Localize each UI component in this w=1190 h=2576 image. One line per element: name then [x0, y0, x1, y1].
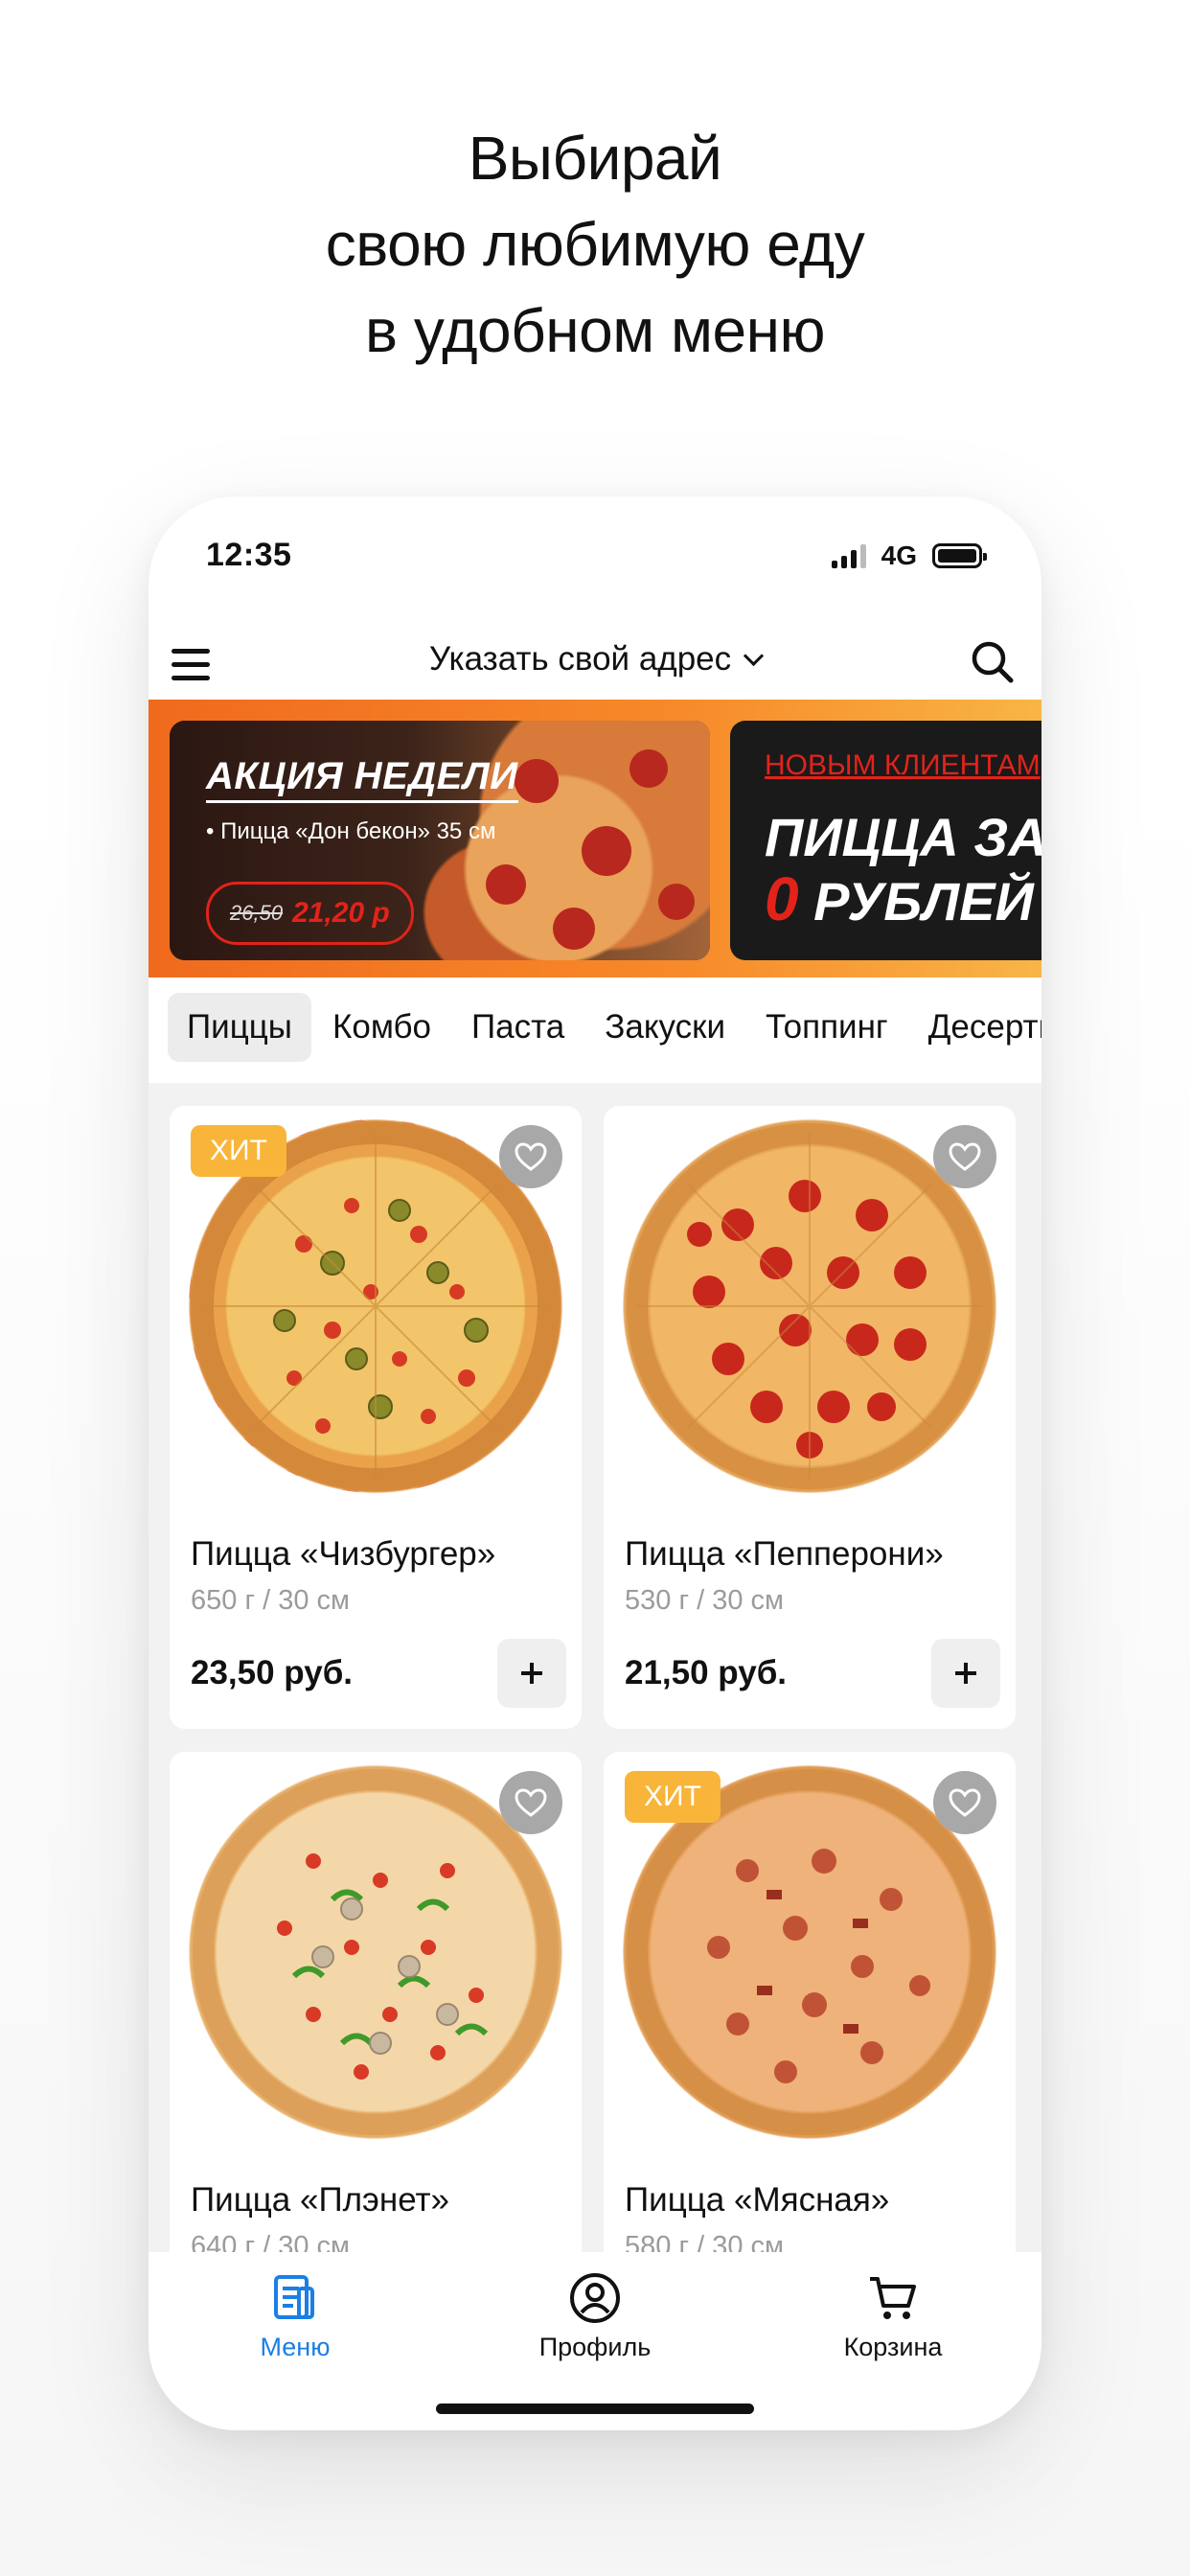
- promo-banner-week-deal[interactable]: АКЦИЯ НЕДЕЛИ • Пицца «Дон бекон» 35 см 2…: [170, 721, 710, 960]
- category-combo[interactable]: Комбо: [313, 993, 450, 1062]
- add-to-cart-button[interactable]: [931, 1639, 1000, 1708]
- status-time: 12:35: [206, 537, 292, 573]
- home-indicator[interactable]: [436, 2404, 754, 2414]
- promo-headline: Выбирай свою любимую еду в удобном меню: [0, 115, 1190, 374]
- address-selector[interactable]: Указать свой адрес: [149, 640, 1041, 678]
- search-icon[interactable]: [969, 638, 1017, 686]
- category-topping[interactable]: Топпинг: [746, 993, 907, 1062]
- address-label: Указать свой адрес: [428, 640, 732, 678]
- category-pasta[interactable]: Паста: [452, 993, 584, 1062]
- status-bar: 12:35 4G: [149, 496, 1041, 611]
- battery-icon: [932, 543, 987, 568]
- product-card-pepperoni[interactable]: Пицца «Пепперони» 530 г / 30 см 21,50 ру…: [604, 1106, 1016, 1729]
- product-price: 23,50 руб.: [191, 1654, 354, 1691]
- headline-line-2: свою любимую еду: [325, 210, 865, 279]
- banner-price-pill: 26,50 21,20 р: [206, 882, 414, 945]
- banner-title: АКЦИЯ НЕДЕЛИ: [206, 755, 518, 803]
- new-price: 21,20 р: [292, 897, 390, 929]
- tab-label: Корзина: [843, 2333, 943, 2361]
- tab-label: Меню: [260, 2333, 331, 2361]
- product-card-cheeseburger[interactable]: ХИТ Пицца «Чизбургер» 650 г / 30 см 23,5…: [170, 1106, 582, 1729]
- product-weight: 530 г / 30 см: [625, 1585, 784, 1616]
- promo-banner-new-clients[interactable]: НОВЫМ КЛИЕНТАМ ПИЦЦА ЗА 0 РУБЛЕЙ: [730, 721, 1041, 960]
- network-type: 4G: [881, 540, 917, 570]
- favorite-heart-icon[interactable]: [499, 1125, 562, 1188]
- banner2-zero: 0: [765, 864, 799, 933]
- product-price: 21,50 руб.: [625, 1654, 788, 1691]
- banner-subtitle: • Пицца «Дон бекон» 35 см: [206, 818, 496, 844]
- favorite-heart-icon[interactable]: [933, 1771, 996, 1834]
- headline-line-3: в удобном меню: [365, 296, 825, 365]
- product-card-meat[interactable]: ХИТ Пицца «Мясная» 580 г / 30 см: [604, 1752, 1016, 2262]
- banner2-line1: ПИЦЦА ЗА: [765, 807, 1041, 867]
- tab-cart[interactable]: Корзина: [797, 2269, 989, 2362]
- category-snacks[interactable]: Закуски: [585, 993, 744, 1062]
- favorite-heart-icon[interactable]: [933, 1125, 996, 1188]
- product-name: Пицца «Мясная»: [625, 2181, 890, 2219]
- promo-carousel[interactable]: АКЦИЯ НЕДЕЛИ • Пицца «Дон бекон» 35 см 2…: [149, 700, 1041, 978]
- status-icons: 4G: [831, 540, 987, 571]
- favorite-heart-icon[interactable]: [499, 1771, 562, 1834]
- tab-label: Профиль: [538, 2333, 652, 2361]
- cart-icon: [797, 2269, 989, 2327]
- phone-frame: 12:35 4G Указать свой адрес АКЦИЯ НЕДЕЛИ…: [149, 496, 1041, 2430]
- category-pizza[interactable]: Пиццы: [168, 993, 311, 1062]
- chevron-down-icon: [744, 645, 765, 666]
- add-to-cart-button[interactable]: [497, 1639, 566, 1708]
- hit-badge: ХИТ: [191, 1125, 286, 1177]
- product-name: Пицца «Плэнет»: [191, 2181, 450, 2219]
- product-weight: 650 г / 30 см: [191, 1585, 350, 1616]
- tab-menu[interactable]: Меню: [199, 2269, 391, 2362]
- banner2-big-text: ПИЦЦА ЗА 0 РУБЛЕЙ: [765, 807, 1041, 932]
- tab-profile[interactable]: Профиль: [499, 2269, 691, 2362]
- category-desserts[interactable]: Десерты: [909, 993, 1041, 1062]
- profile-icon: [499, 2269, 691, 2327]
- old-price: 26,50: [230, 901, 284, 925]
- headline-line-1: Выбирай: [468, 124, 722, 193]
- category-tabs: Пиццы Комбо Паста Закуски Топпинг Десерт…: [149, 978, 1041, 1083]
- banner2-top-text: НОВЫМ КЛИЕНТАМ: [765, 749, 1041, 781]
- banner2-line2: РУБЛЕЙ: [798, 871, 1034, 932]
- hit-badge: ХИТ: [625, 1771, 721, 1823]
- signal-icon: [831, 543, 866, 568]
- product-name: Пицца «Пепперони»: [625, 1535, 944, 1573]
- product-grid: ХИТ Пицца «Чизбургер» 650 г / 30 см 23,5…: [149, 1083, 1041, 2262]
- product-card-planet[interactable]: Пицца «Плэнет» 640 г / 30 см: [170, 1752, 582, 2262]
- menu-doc-icon: [199, 2269, 391, 2327]
- product-name: Пицца «Чизбургер»: [191, 1535, 496, 1573]
